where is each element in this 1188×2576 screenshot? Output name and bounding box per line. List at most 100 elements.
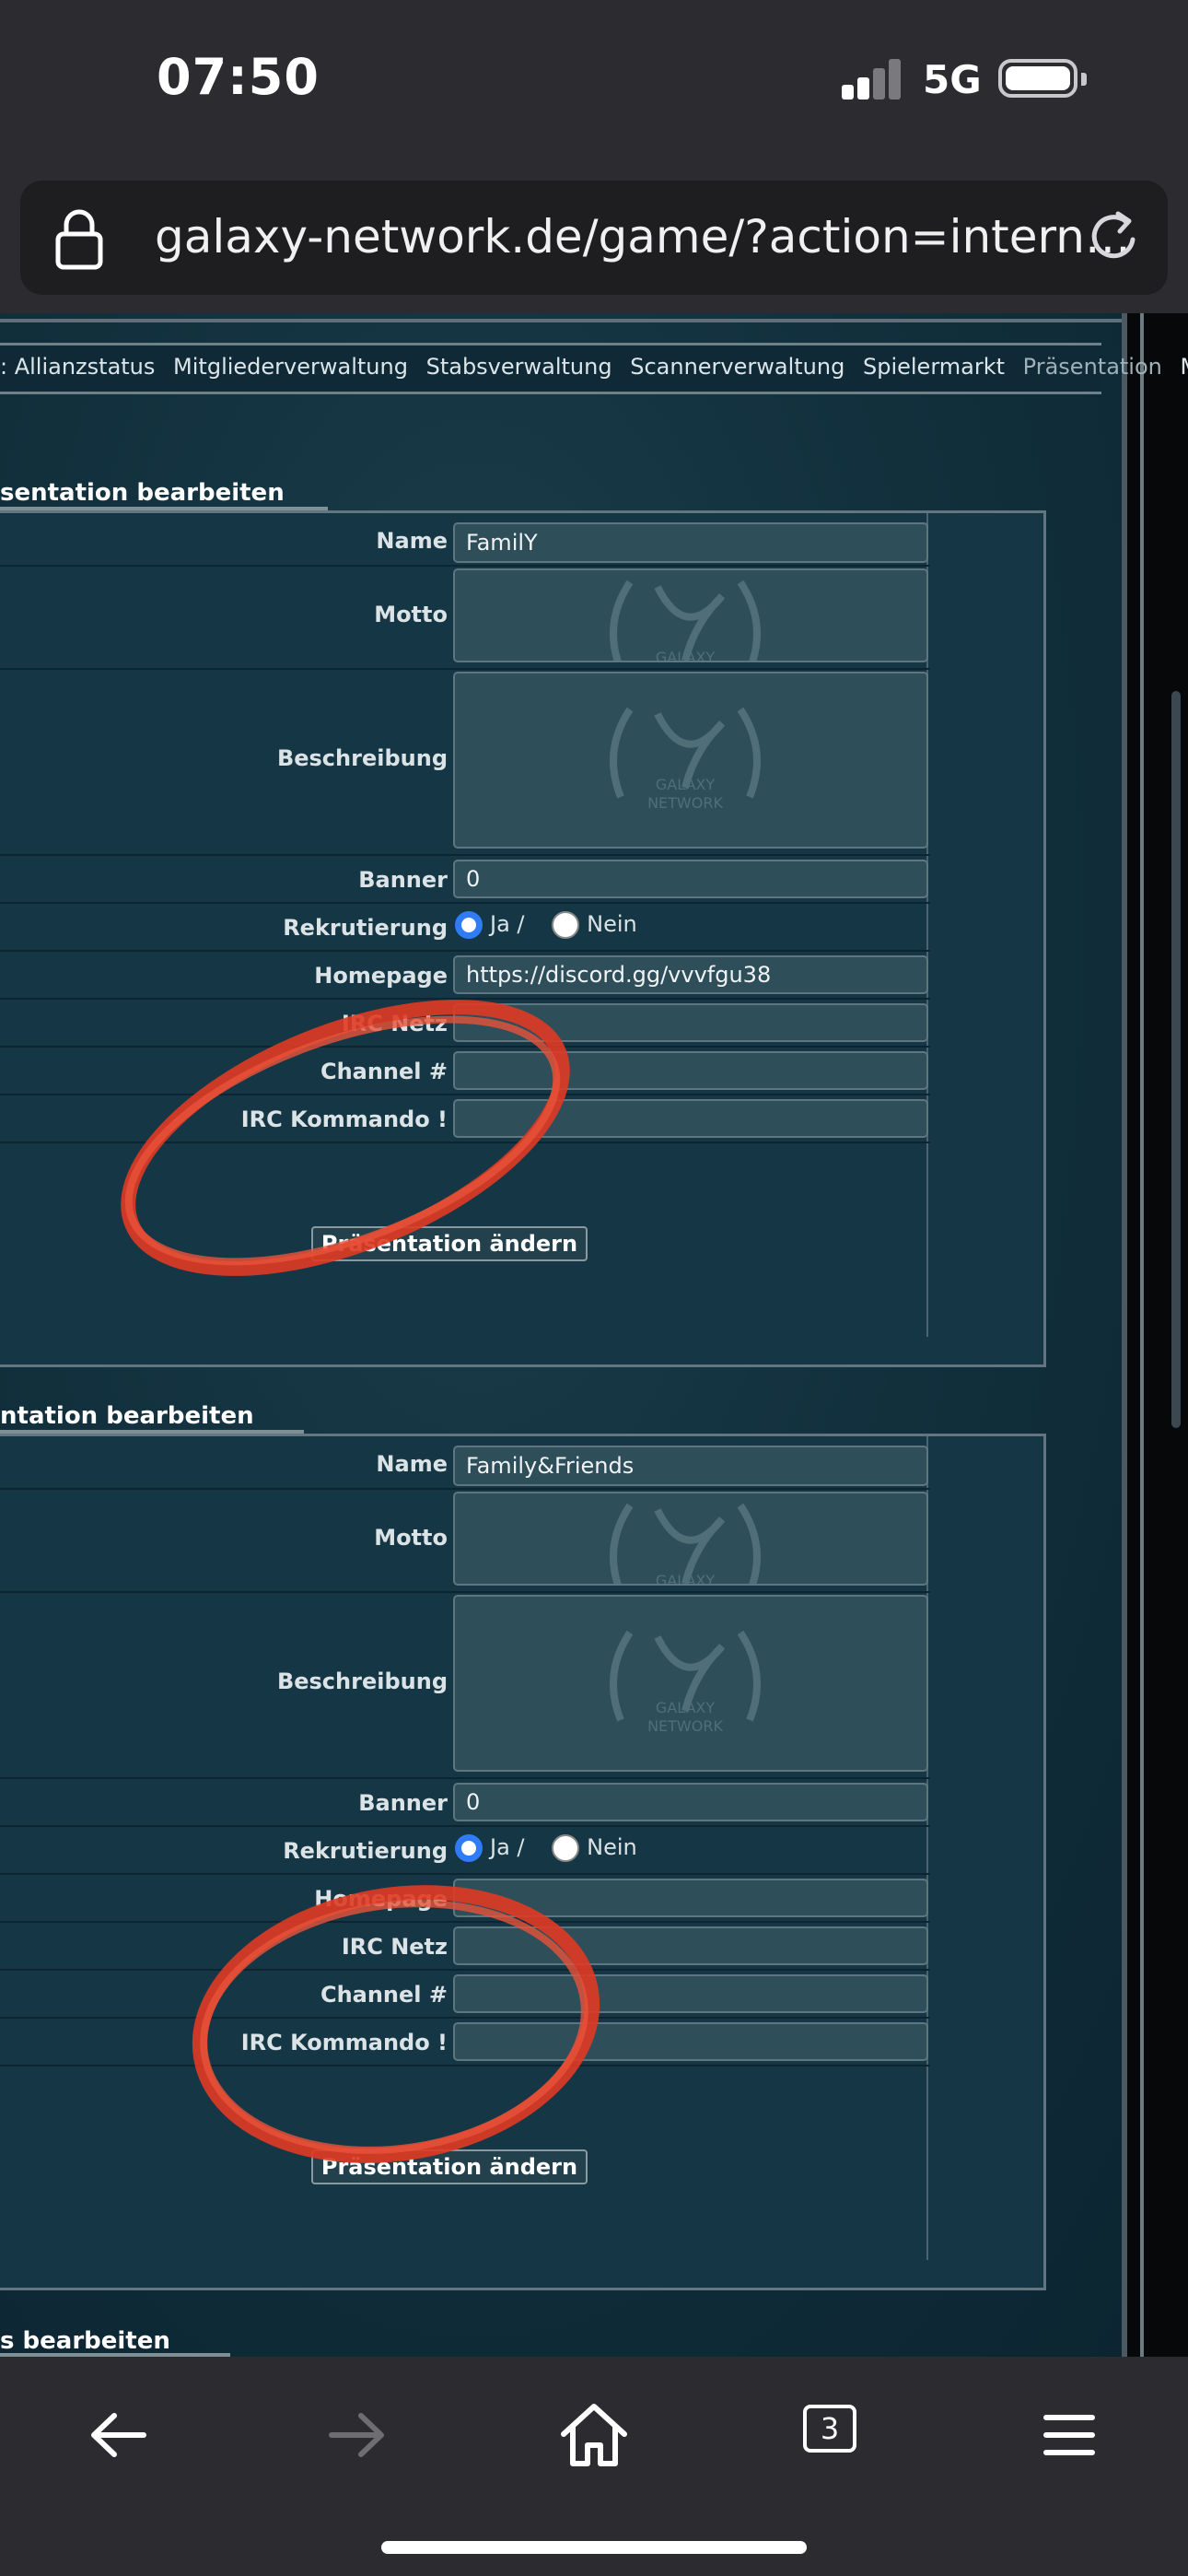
beschreibung-textarea[interactable]: GALAXY NETWORK — [453, 672, 928, 849]
nav-item-meta[interactable]: Meta — [1181, 354, 1188, 380]
tabs-icon[interactable]: 3 — [803, 2405, 856, 2453]
irc-netz-label: IRC Netz — [341, 1934, 448, 1960]
galaxy-network-watermark-icon: GALAXY NETWORK — [610, 1630, 761, 1735]
beschreibung-label: Beschreibung — [276, 1669, 448, 1694]
irc-netz-row: IRC Netz — [0, 1921, 930, 1971]
alliance-nav: : Allianzstatus Mitgliederverwaltung Sta… — [0, 343, 1188, 394]
motto-row: Motto GALAXY NETWORK — [0, 565, 930, 670]
banner-label: Banner — [358, 1790, 448, 1816]
channel-row: Channel # — [0, 1046, 930, 1095]
irc-netz-row: IRC Netz — [0, 998, 930, 1048]
homepage-label: Homepage — [314, 1886, 448, 1912]
back-arrow-icon[interactable] — [77, 2394, 160, 2476]
motto-textarea[interactable]: GALAXY NETWORK — [453, 568, 928, 662]
menu-icon[interactable] — [1028, 2394, 1111, 2476]
beschreibung-label: Beschreibung — [276, 745, 448, 771]
svg-text:GALAXY: GALAXY — [656, 1699, 716, 1716]
web-page: : Allianzstatus Mitgliederverwaltung Sta… — [0, 313, 1188, 2357]
channel-label: Channel # — [320, 1059, 448, 1084]
svg-text:NETWORK: NETWORK — [647, 1717, 723, 1735]
nein-label: Nein — [587, 1834, 637, 1860]
motto-row: Motto GALAXY NETWORK — [0, 1488, 930, 1593]
homepage-input[interactable] — [453, 1879, 928, 1917]
browser-toolbar: 3 — [0, 2357, 1188, 2576]
irc-kommando-label: IRC Kommando ! — [240, 2030, 448, 2055]
channel-label: Channel # — [320, 1982, 448, 2008]
homepage-label: Homepage — [314, 963, 448, 989]
lock-icon — [55, 209, 103, 270]
reload-icon[interactable] — [1085, 208, 1144, 267]
rekrutierung-label: Rekrutierung — [283, 1838, 448, 1864]
name-label: Name — [376, 1451, 448, 1477]
name-label: Name — [376, 528, 448, 554]
scrollbar[interactable] — [1171, 691, 1181, 1428]
irc-netz-label: IRC Netz — [341, 1011, 448, 1036]
irc-netz-input[interactable] — [453, 1926, 928, 1965]
rekrutierung-nein-radio[interactable] — [552, 1834, 580, 1862]
name-input[interactable]: Family&Friends — [453, 1446, 928, 1486]
irc-kommando-input[interactable] — [453, 1099, 928, 1138]
beschreibung-row: Beschreibung GALAXY NETWORK — [0, 668, 930, 856]
right-frame — [1122, 313, 1188, 2357]
banner-row: Banner 0 — [0, 854, 930, 904]
beschreibung-row: Beschreibung GALAXY NETWORK — [0, 1591, 930, 1779]
url-text[interactable]: galaxy-network.de/game/?action=intern… — [155, 210, 1131, 263]
galaxy-network-watermark-icon: GALAXY NETWORK — [610, 1503, 761, 1584]
rekrutierung-nein-radio[interactable] — [552, 911, 580, 939]
banner-input[interactable]: 0 — [453, 1783, 928, 1821]
homepage-input[interactable]: https://discord.gg/vvvfgu38 — [453, 955, 928, 994]
praesentation-aendern-button[interactable]: Präsentation ändern — [311, 1226, 588, 1261]
nav-item-spielermarkt[interactable]: Spielermarkt — [863, 354, 1005, 380]
svg-text:GALAXY: GALAXY — [656, 776, 716, 793]
nav-item-mitgliederverwaltung[interactable]: Mitgliederverwaltung — [173, 354, 408, 380]
svg-text:GALAXY: GALAXY — [656, 649, 716, 662]
channel-row: Channel # — [0, 1969, 930, 2019]
rekrutierung-ja-radio[interactable] — [455, 1834, 483, 1862]
panel-title: s bearbeiten — [0, 2327, 170, 2355]
homepage-row: Homepage — [0, 1873, 930, 1923]
irc-netz-input[interactable] — [453, 1003, 928, 1042]
motto-textarea[interactable]: GALAXY NETWORK — [453, 1492, 928, 1586]
nav-item-stabsverwaltung[interactable]: Stabsverwaltung — [426, 354, 612, 380]
irc-kommando-row: IRC Kommando ! — [0, 2017, 930, 2067]
rekrutierung-label: Rekrutierung — [283, 915, 448, 941]
homepage-row: Homepage https://discord.gg/vvvfgu38 — [0, 950, 930, 1000]
status-bar: 07:50 5G — [0, 0, 1188, 166]
banner-input[interactable]: 0 — [453, 860, 928, 898]
galaxy-network-watermark-icon: GALAXY NETWORK — [610, 580, 761, 662]
banner-row: Banner 0 — [0, 1777, 930, 1827]
home-indicator — [381, 2541, 807, 2554]
panel-title: sentation bearbeiten — [0, 479, 285, 507]
rekrutierung-row: Rekrutierung Ja / Nein — [0, 902, 930, 952]
home-icon[interactable] — [553, 2394, 635, 2476]
svg-text:NETWORK: NETWORK — [647, 794, 723, 812]
irc-kommando-input[interactable] — [453, 2022, 928, 2061]
nav-item-allianzstatus[interactable]: : Allianzstatus — [0, 354, 155, 380]
rekrutierung-row: Rekrutierung Ja / Nein — [0, 1825, 930, 1875]
panel-title: ntation bearbeiten — [0, 1402, 254, 1430]
signal-icon — [842, 59, 903, 100]
address-bar[interactable]: galaxy-network.de/game/?action=intern… — [20, 181, 1168, 295]
ja-label: Ja / — [490, 1834, 525, 1860]
ja-label: Ja / — [490, 911, 525, 937]
frame-edge — [0, 319, 1122, 322]
forward-arrow-icon[interactable] — [315, 2394, 398, 2476]
banner-label: Banner — [358, 867, 448, 893]
name-input[interactable]: FamilY — [453, 522, 928, 563]
channel-input[interactable] — [453, 1974, 928, 2013]
nav-item-scannerverwaltung[interactable]: Scannerverwaltung — [630, 354, 844, 380]
nav-item-praesentation[interactable]: Präsentation — [1023, 354, 1162, 380]
irc-kommando-row: IRC Kommando ! — [0, 1094, 930, 1143]
praesentation-aendern-button[interactable]: Präsentation ändern — [311, 2149, 588, 2184]
network-type: 5G — [923, 57, 982, 102]
status-time: 07:50 — [157, 48, 320, 106]
nein-label: Nein — [587, 911, 637, 937]
name-row: Name FamilY — [0, 513, 930, 567]
rekrutierung-ja-radio[interactable] — [455, 911, 483, 939]
motto-label: Motto — [374, 1525, 448, 1551]
irc-kommando-label: IRC Kommando ! — [240, 1107, 448, 1132]
name-row: Name Family&Friends — [0, 1436, 930, 1490]
battery-icon — [998, 59, 1087, 98]
beschreibung-textarea[interactable]: GALAXY NETWORK — [453, 1595, 928, 1772]
channel-input[interactable] — [453, 1051, 928, 1090]
